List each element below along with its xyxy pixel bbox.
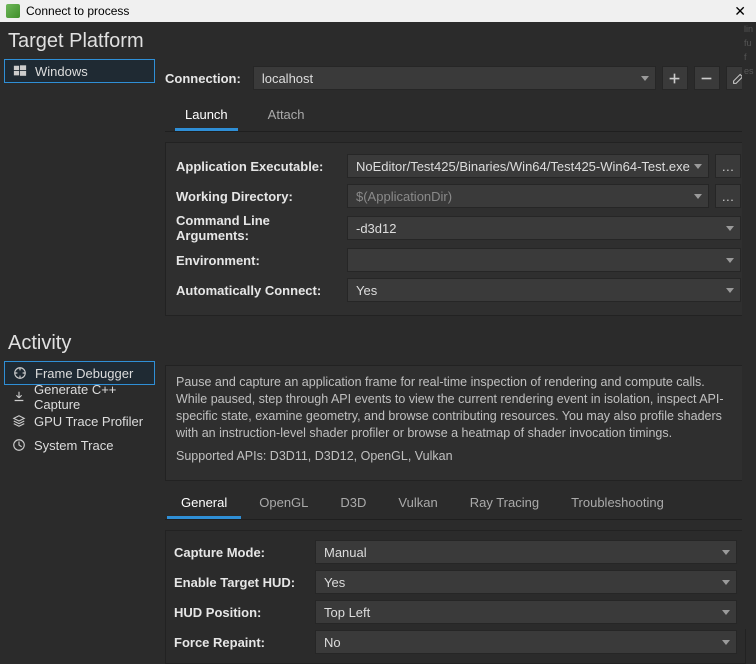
add-connection-button[interactable] [662,66,688,90]
force-repaint-label: Force Repaint: [174,633,309,652]
window-title: Connect to process [26,4,129,18]
connection-label: Connection: [165,71,241,86]
clock-icon [12,438,26,452]
app-exe-label: Application Executable: [176,157,341,176]
close-icon[interactable]: ✕ [728,3,752,20]
hud-pos-label: HUD Position: [174,603,309,622]
sidebar-item-windows[interactable]: Windows [4,59,155,83]
capture-mode-value: Manual [324,545,367,560]
app-icon [6,4,20,18]
target-main: Connection: localhost Launch Attach Appl… [155,59,756,324]
subtab-d3d[interactable]: D3D [326,489,380,519]
activity-supported-apis: Supported APIs: D3D11, D3D12, OpenGL, Vu… [176,448,735,471]
activity-desc-panel: Pause and capture an application frame f… [165,365,746,481]
args-combo[interactable]: -d3d12 [347,216,741,240]
ellipsis-icon: … [721,159,734,174]
activity-main: Pause and capture an application frame f… [155,361,756,664]
autoconnect-value: Yes [356,283,377,298]
sidebar-item-system-trace[interactable]: System Trace [4,433,155,457]
capture-tabs: General OpenGL D3D Vulkan Ray Tracing Tr… [165,489,746,520]
launch-tabs: Launch Attach [165,101,752,132]
app-exe-value: NoEditor/Test425/Binaries/Win64/Test425-… [356,159,690,174]
launch-panel: Application Executable: NoEditor/Test425… [165,142,752,316]
sidebar-item-label: System Trace [34,438,113,453]
connection-value: localhost [262,71,313,86]
capture-settings-panel: Capture Mode: Manual Enable Target HUD: … [165,530,746,664]
platform-sidebar: Windows [0,59,155,83]
force-repaint-value: No [324,635,341,650]
subtab-raytracing[interactable]: Ray Tracing [456,489,553,519]
plus-icon [668,72,681,85]
section-target-platform: Target Platform [0,22,756,59]
hud-pos-value: Top Left [324,605,370,620]
env-label: Environment: [176,251,341,270]
remove-connection-button[interactable] [694,66,720,90]
layers-icon [12,414,26,428]
sidebar-item-label: Windows [35,64,88,79]
args-value: -d3d12 [356,221,396,236]
activity-sidebar: Frame Debugger Generate C++ Capture GPU … [0,361,155,457]
enable-hud-label: Enable Target HUD: [174,573,309,592]
frame-icon [13,366,27,380]
subtab-general[interactable]: General [167,489,241,519]
capture-mode-combo[interactable]: Manual [315,540,737,564]
sidebar-item-label: GPU Trace Profiler [34,414,143,429]
capture-mode-label: Capture Mode: [174,543,309,562]
workdir-browse-button[interactable]: … [715,184,741,208]
workdir-value: $(ApplicationDir) [356,189,452,204]
sidebar-item-generate-cpp-capture[interactable]: Generate C++ Capture [4,385,155,409]
autoconnect-combo[interactable]: Yes [347,278,741,302]
args-label: Command Line Arguments: [176,211,341,245]
subtab-troubleshooting[interactable]: Troubleshooting [557,489,678,519]
env-combo[interactable] [347,248,741,272]
subtab-opengl[interactable]: OpenGL [245,489,322,519]
enable-hud-combo[interactable]: Yes [315,570,737,594]
ellipsis-icon: … [721,189,734,204]
titlebar: Connect to process ✕ [0,0,756,22]
app-exe-browse-button[interactable]: … [715,154,741,178]
section-activity: Activity [0,324,756,361]
sidebar-item-label: Frame Debugger [35,366,133,381]
workdir-combo[interactable]: $(ApplicationDir) [347,184,709,208]
tab-launch[interactable]: Launch [175,101,238,131]
background-strip: linfufes [742,22,756,629]
download-icon [12,390,26,404]
subtab-vulkan[interactable]: Vulkan [384,489,451,519]
autoconnect-label: Automatically Connect: [176,281,341,300]
workdir-label: Working Directory: [176,187,341,206]
enable-hud-value: Yes [324,575,345,590]
tab-attach[interactable]: Attach [258,101,315,131]
windows-icon [13,64,27,78]
connection-combo[interactable]: localhost [253,66,656,90]
hud-pos-combo[interactable]: Top Left [315,600,737,624]
app-exe-combo[interactable]: NoEditor/Test425/Binaries/Win64/Test425-… [347,154,709,178]
force-repaint-combo[interactable]: No [315,630,737,654]
sidebar-item-label: Generate C++ Capture [34,382,147,412]
minus-icon [700,72,713,85]
sidebar-item-gpu-trace-profiler[interactable]: GPU Trace Profiler [4,409,155,433]
activity-description: Pause and capture an application frame f… [176,374,735,448]
